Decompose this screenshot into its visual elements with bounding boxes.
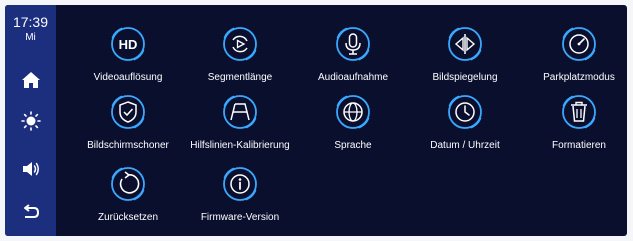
device-screen: 17:39 Mi HD Videoauflösung Segmentlänge … xyxy=(5,5,627,236)
setting-segment-length[interactable]: Segmentlänge xyxy=(184,17,296,83)
info-icon xyxy=(223,167,257,201)
setting-label: Formatieren xyxy=(552,140,606,151)
setting-image-mirroring[interactable]: Bildspiegelung xyxy=(409,17,521,83)
guideline-icon xyxy=(223,95,257,129)
setting-reset[interactable]: Zurücksetzen xyxy=(72,157,184,223)
brightness-icon xyxy=(20,111,41,131)
setting-label: Segmentlänge xyxy=(207,72,273,83)
home-icon xyxy=(21,72,40,88)
microphone-icon xyxy=(336,27,370,61)
setting-label: Audioaufnahme xyxy=(317,72,389,83)
setting-audio-recording[interactable]: Audioaufnahme xyxy=(297,17,409,83)
setting-label: Hilfslinien-Kalibrierung xyxy=(190,140,290,151)
setting-label: Videoauflösung xyxy=(93,72,163,83)
setting-guideline-calibration[interactable]: Hilfslinien-Kalibrierung xyxy=(184,85,296,151)
weekday: Mi xyxy=(25,32,36,43)
brightness-button[interactable] xyxy=(10,106,51,136)
reset-icon xyxy=(111,167,145,201)
hd-icon: HD xyxy=(111,27,145,61)
globe-icon xyxy=(336,95,370,129)
mirror-icon xyxy=(448,27,482,61)
setting-label: Bildspiegelung xyxy=(432,72,498,83)
setting-parking-mode[interactable]: Parkplatzmodus xyxy=(523,17,627,83)
setting-format[interactable]: Formatieren xyxy=(523,85,627,151)
loop-play-icon xyxy=(223,27,257,61)
setting-language[interactable]: Sprache xyxy=(297,85,409,151)
volume-button[interactable] xyxy=(10,154,51,184)
setting-label: Parkplatzmodus xyxy=(543,72,615,83)
setting-label: Zurücksetzen xyxy=(97,212,159,223)
setting-video-resolution[interactable]: HD Videoauflösung xyxy=(72,17,184,83)
setting-label: Bildschirmschoner xyxy=(87,140,169,151)
setting-label: Sprache xyxy=(334,140,372,151)
svg-text:HD: HD xyxy=(119,37,138,52)
clock-time: 17:39 xyxy=(12,14,49,30)
parking-gauge-icon xyxy=(562,27,596,61)
back-icon xyxy=(23,204,39,218)
setting-date-time[interactable]: Datum / Uhrzeit xyxy=(409,85,521,151)
trash-icon xyxy=(562,95,596,129)
clock-icon xyxy=(448,95,482,129)
volume-icon xyxy=(22,162,39,176)
back-button[interactable] xyxy=(10,198,51,228)
setting-label: Datum / Uhrzeit xyxy=(430,140,500,151)
setting-screensaver[interactable]: Bildschirmschoner xyxy=(72,85,184,151)
sidebar: 17:39 Mi xyxy=(5,5,56,236)
setting-firmware-version[interactable]: Firmware-Version xyxy=(184,157,296,223)
screensaver-shield-icon xyxy=(111,95,145,129)
settings-grid: HD Videoauflösung Segmentlänge Audioaufn… xyxy=(56,5,627,236)
home-button[interactable] xyxy=(10,65,51,95)
setting-label: Firmware-Version xyxy=(200,212,280,223)
